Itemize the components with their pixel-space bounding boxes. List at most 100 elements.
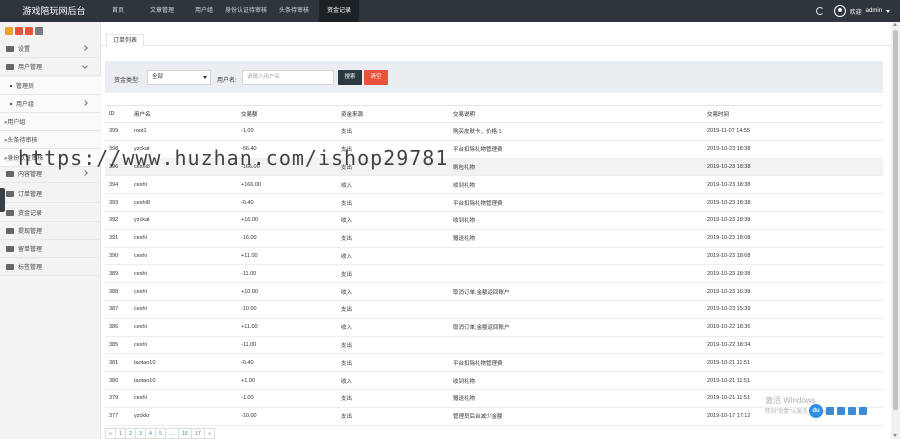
sidebar-item[interactable]: 管理员 [0, 77, 101, 95]
user-menu[interactable]: 欢迎 admin [833, 5, 890, 17]
search-button[interactable]: 搜索 [338, 70, 362, 85]
username-input[interactable]: 请输入用户名 [242, 70, 334, 85]
quick-button-icon[interactable] [5, 27, 13, 35]
sidebar-item[interactable]: 订单管理 [0, 185, 101, 203]
table-row[interactable]: 393 ceshi8 -0.40 支出 平台扣除礼物管理费 2019-10-23 18:3… [105, 193, 883, 212]
table-cell: +1.00 [237, 371, 337, 390]
grid-icon [6, 170, 14, 177]
table-row[interactable]: 392 yzckat +16.00 收入 收到礼物 2019-10-23 18:38 [105, 211, 883, 230]
sidebar-item[interactable]: 标签管理 [0, 258, 101, 276]
pagination-item[interactable]: 16 [178, 428, 192, 439]
sidebar-toggle-tab[interactable] [0, 188, 5, 212]
scroll-thumb[interactable] [893, 30, 898, 410]
du-icon[interactable]: du [809, 404, 823, 418]
sidebar-item[interactable]: 提现管理 [0, 222, 101, 240]
table-row[interactable]: 390 ceshi +11.00 收入 2019-10-23 18:08 [105, 247, 883, 266]
quick-button-icon[interactable] [25, 27, 33, 35]
quick-button-icon[interactable] [15, 27, 23, 35]
tab-order-list[interactable]: 订单列表 [106, 34, 144, 47]
page-scrollbar[interactable] [891, 22, 900, 439]
tool-icon-2[interactable] [837, 407, 845, 415]
top-right-area: 欢迎 admin [815, 0, 890, 22]
table-header-cell: 交易时间 [703, 105, 883, 123]
table-row[interactable]: 381 taotao10 -0.40 支出 平台扣除礼物管理费 2019-10-21 11… [105, 353, 883, 373]
sidebar-item[interactable]: 用户管理 [0, 58, 101, 76]
table-cell: taotao10 [130, 371, 237, 390]
sidebar-item[interactable]: 内容管理 [0, 165, 101, 183]
fund-type-select[interactable]: 全部 [147, 70, 211, 85]
table-cell: 赠送礼物 [449, 229, 703, 248]
quick-button-icon[interactable] [35, 27, 43, 35]
table-cell: 399 [105, 122, 130, 141]
scroll-down-icon[interactable] [893, 434, 897, 437]
sidebar-item-label: 用户组 [16, 102, 35, 108]
top-nav-item[interactable]: 用户组 [188, 0, 220, 22]
table-cell: 平台扣除礼物管理费 [449, 353, 703, 373]
table-row[interactable]: 385 ceshi -11.00 支出 2019-10-22 18:34 [105, 336, 883, 355]
tool-icon-1[interactable] [826, 407, 834, 415]
sidebar-item[interactable]: 用户组 [0, 95, 101, 113]
table-row[interactable]: 394 ceshi +166.00 收入 收到礼物 2019-10-23 18:38 [105, 175, 883, 195]
user-name: admin [865, 8, 882, 14]
table-cell: 支出 [337, 407, 449, 426]
pagination-item[interactable]: ... [165, 428, 179, 439]
table-cell: 388 [105, 282, 130, 301]
app-title: 游戏陪玩网后台 [22, 6, 86, 16]
table-row[interactable]: 398 yzckat -66.40 支出 平台扣除礼物管理费 2019-10-23 18:… [105, 140, 883, 159]
table-row[interactable]: 380 taotao10 +1.00 收入 收到礼物 2019-10-21 11:51 [105, 371, 883, 390]
table-cell: 购买皮肤卡，价格:1 [449, 122, 703, 141]
table-cell: 385 [105, 336, 130, 355]
pagination-item[interactable]: » [204, 428, 215, 439]
table-cell: 396 [105, 158, 130, 177]
sidebar-item[interactable]: »用户组 [0, 113, 101, 131]
top-nav-item[interactable]: 首页 [100, 0, 136, 22]
sidebar-item[interactable]: 设置 [0, 40, 101, 58]
table-cell: 收入 [337, 247, 449, 266]
table-row[interactable]: 399 root1 -1.00 支出 购买皮肤卡，价格:1 2019-11-07 14:5… [105, 122, 883, 141]
table-row[interactable]: 391 ceshi -16.00 支出 赠送礼物 2019-10-23 18:08 [105, 229, 883, 248]
scroll-up-icon[interactable] [893, 23, 897, 26]
table-cell: -10.00 [237, 300, 337, 319]
table-row[interactable]: 396 ceshi8 -166.00 支出 刷包礼物 2019-10-23 18:38 [105, 158, 883, 177]
sidebar-item-label: 资金记录 [18, 211, 43, 217]
table-cell: 收到礼物 [449, 211, 703, 230]
table-cell: 379 [105, 389, 130, 408]
table-row[interactable]: 388 ceshi +10.00 收入 取消订单,金额返回账户 2019-10-23 16… [105, 282, 883, 301]
table-cell: 平台扣除礼物管理费 [449, 193, 703, 212]
table-cell: 收入 [337, 175, 449, 195]
table-cell: 2019-10-21 11:51 [703, 353, 883, 373]
sidebar-item[interactable]: 资金记录 [0, 204, 101, 222]
table-cell: ceshi [130, 336, 237, 355]
table-cell: -166.00 [237, 158, 337, 177]
clear-button[interactable]: 清空 [364, 70, 388, 85]
table-row[interactable]: 386 ceshi +11.00 收入 取消订单,金额返回账户 2019-10-22 18… [105, 318, 883, 337]
table-header-cell: 交易额 [237, 105, 337, 123]
filter-bar: 资金类型: 全部 用户名: 请输入用户名 搜索 清空 [105, 61, 883, 93]
table-cell: +11.00 [237, 318, 337, 337]
table-cell: 2019-11-07 14:55 [703, 122, 883, 141]
chevron-right-icon [82, 45, 88, 51]
fund-type-value: 全部 [152, 74, 164, 80]
table-cell: 支出 [337, 389, 449, 408]
tool-icon-4[interactable] [859, 407, 867, 415]
table-cell: yzckkr [130, 407, 237, 426]
table-cell: 2019-10-23 18:38 [703, 264, 883, 284]
table-row[interactable]: 387 ceshi -10.00 支出 2019-10-23 15:39 [105, 300, 883, 319]
top-nav-item[interactable]: 头条待审核 [272, 0, 316, 22]
table-cell: -0.40 [237, 353, 337, 373]
sidebar-item[interactable]: »头条待审核 [0, 131, 101, 149]
refresh-icon[interactable] [815, 7, 824, 15]
table-cell: -66.40 [237, 140, 337, 159]
sidebar-item-label: 设置 [18, 47, 31, 53]
top-nav-item[interactable]: 身份认证待审核 [220, 0, 272, 22]
tool-icon-3[interactable] [848, 407, 856, 415]
top-nav-item[interactable]: 资金记录 [319, 0, 359, 22]
sidebar-item[interactable]: 留单管理 [0, 240, 101, 258]
table-row[interactable]: 389 ceshi -11.00 支出 2019-10-23 18:38 [105, 264, 883, 284]
pagination-item[interactable]: 17 [191, 428, 205, 439]
table-cell: 392 [105, 211, 130, 230]
table-cell [449, 336, 703, 355]
table-cell [449, 264, 703, 284]
top-nav-item[interactable]: 文章管理 [136, 0, 188, 22]
table-cell: 2019-10-23 18:38 [703, 193, 883, 212]
